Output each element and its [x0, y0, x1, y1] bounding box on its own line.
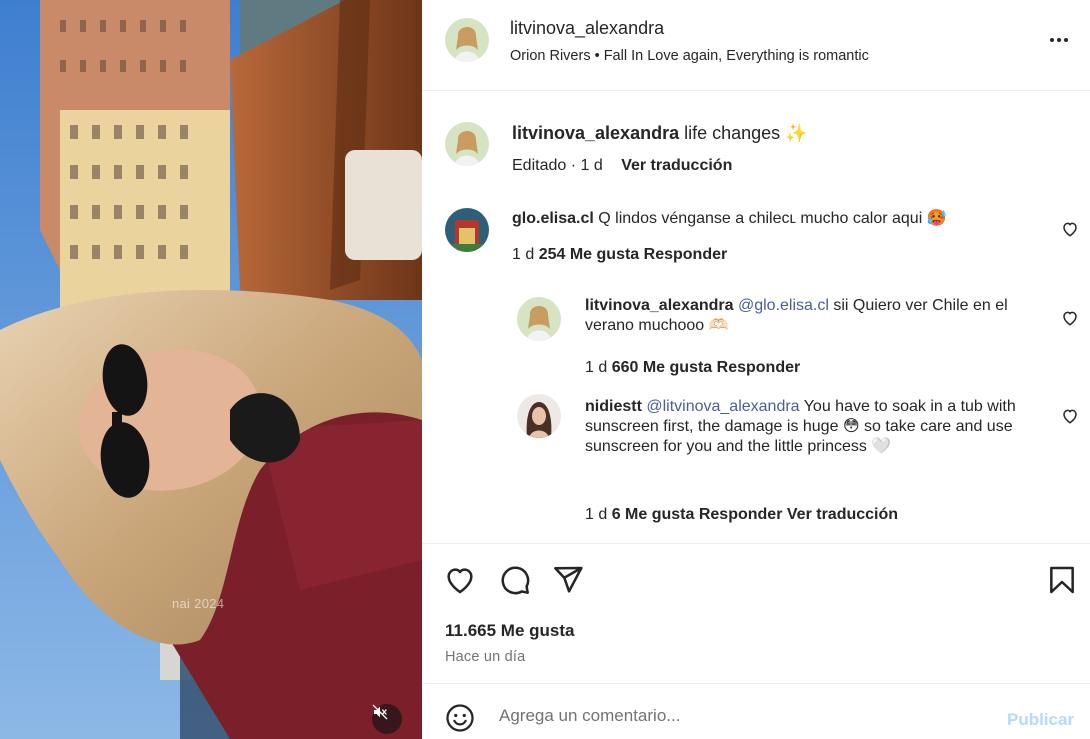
post-media[interactable]: nai 2024	[0, 0, 422, 739]
comment-likes[interactable]: 254 Me gusta	[539, 246, 639, 263]
translate-link[interactable]: Ver traducción	[621, 157, 732, 174]
avatar-image	[517, 297, 561, 341]
mention-link[interactable]: @glo.elisa.cl	[738, 297, 829, 314]
reply-avatar[interactable]	[517, 394, 561, 438]
caption-username[interactable]: litvinova_alexandra	[512, 123, 679, 143]
comment-reply: nidiestt @litvinova_alexandra You have t…	[585, 398, 1025, 456]
publish-button[interactable]: Publicar	[1007, 710, 1074, 730]
post-header: litvinova_alexandra Orion Rivers • Fall …	[422, 0, 1090, 91]
post-photo	[0, 0, 422, 739]
comment-likes[interactable]: 660 Me gusta	[612, 359, 712, 376]
caption: litvinova_alexandra life changes ✨	[512, 123, 808, 144]
speaker-muted-icon	[372, 704, 388, 720]
comment-username[interactable]: litvinova_alexandra	[585, 297, 734, 314]
comment-meta: 1 d 660 Me gusta Responder	[585, 359, 800, 377]
avatar-image	[445, 18, 489, 62]
avatar-image	[445, 208, 489, 252]
like-comment-heart-icon[interactable]	[1061, 309, 1079, 327]
media-overlay-text: nai 2024	[172, 596, 225, 611]
translate-link[interactable]: Ver traducción	[787, 506, 898, 523]
mute-button[interactable]	[372, 704, 402, 734]
comment-text: Q lindos vénganse a chileᴄʟ mucho calor …	[598, 210, 947, 227]
comment-input[interactable]	[499, 706, 979, 726]
comment-username[interactable]: glo.elisa.cl	[512, 210, 594, 227]
share-send-icon[interactable]	[552, 564, 584, 596]
reply-button[interactable]: Responder	[717, 359, 801, 376]
comment-bubble-icon[interactable]	[499, 564, 531, 596]
comment-likes[interactable]: 6 Me gusta	[612, 506, 695, 523]
author-avatar[interactable]	[445, 18, 489, 62]
like-heart-icon[interactable]	[444, 564, 476, 596]
save-bookmark-icon[interactable]	[1046, 564, 1078, 596]
caption-edited: Editado · 1 d	[512, 157, 603, 174]
more-options-icon[interactable]	[1046, 30, 1072, 50]
comment-username[interactable]: nidiestt	[585, 398, 642, 415]
avatar-image	[517, 394, 561, 438]
commenter-avatar[interactable]	[445, 208, 489, 252]
post-timestamp[interactable]: Hace un día	[445, 649, 525, 665]
reply-button[interactable]: Responder	[699, 506, 783, 523]
author-username[interactable]: litvinova_alexandra	[510, 18, 664, 39]
like-comment-heart-icon[interactable]	[1061, 407, 1079, 425]
comment-age: 1 d	[585, 359, 608, 376]
comments-list: litvinova_alexandra life changes ✨ Edita…	[422, 92, 1090, 543]
caption-text: life changes ✨	[684, 123, 808, 143]
like-comment-heart-icon[interactable]	[1061, 220, 1079, 238]
comment-meta: 1 d 254 Me gusta Responder	[512, 246, 727, 264]
post-actions: 11.665 Me gusta Hace un día	[422, 543, 1090, 683]
comment-age: 1 d	[512, 246, 535, 263]
comment-reply: litvinova_alexandra @glo.elisa.cl sii Qu…	[585, 297, 1055, 335]
comment-age: 1 d	[585, 506, 608, 523]
caption-avatar[interactable]	[445, 122, 489, 166]
emoji-smiley-icon[interactable]	[445, 703, 475, 733]
reply-avatar[interactable]	[517, 297, 561, 341]
likes-count[interactable]: 11.665 Me gusta	[445, 621, 574, 641]
caption-meta: Editado · 1 d Ver traducción	[512, 157, 732, 175]
comment: glo.elisa.cl Q lindos vénganse a chileᴄʟ…	[512, 208, 1052, 228]
avatar-image	[445, 122, 489, 166]
comment-meta: 1 d 6 Me gusta Responder Ver traducción	[585, 506, 898, 524]
reply-button[interactable]: Responder	[644, 246, 728, 263]
comment-composer: Publicar	[422, 683, 1090, 739]
post-panel: litvinova_alexandra Orion Rivers • Fall …	[422, 0, 1090, 739]
mention-link[interactable]: @litvinova_alexandra	[646, 398, 799, 415]
audio-track[interactable]: Orion Rivers • Fall In Love again, Every…	[510, 48, 869, 64]
